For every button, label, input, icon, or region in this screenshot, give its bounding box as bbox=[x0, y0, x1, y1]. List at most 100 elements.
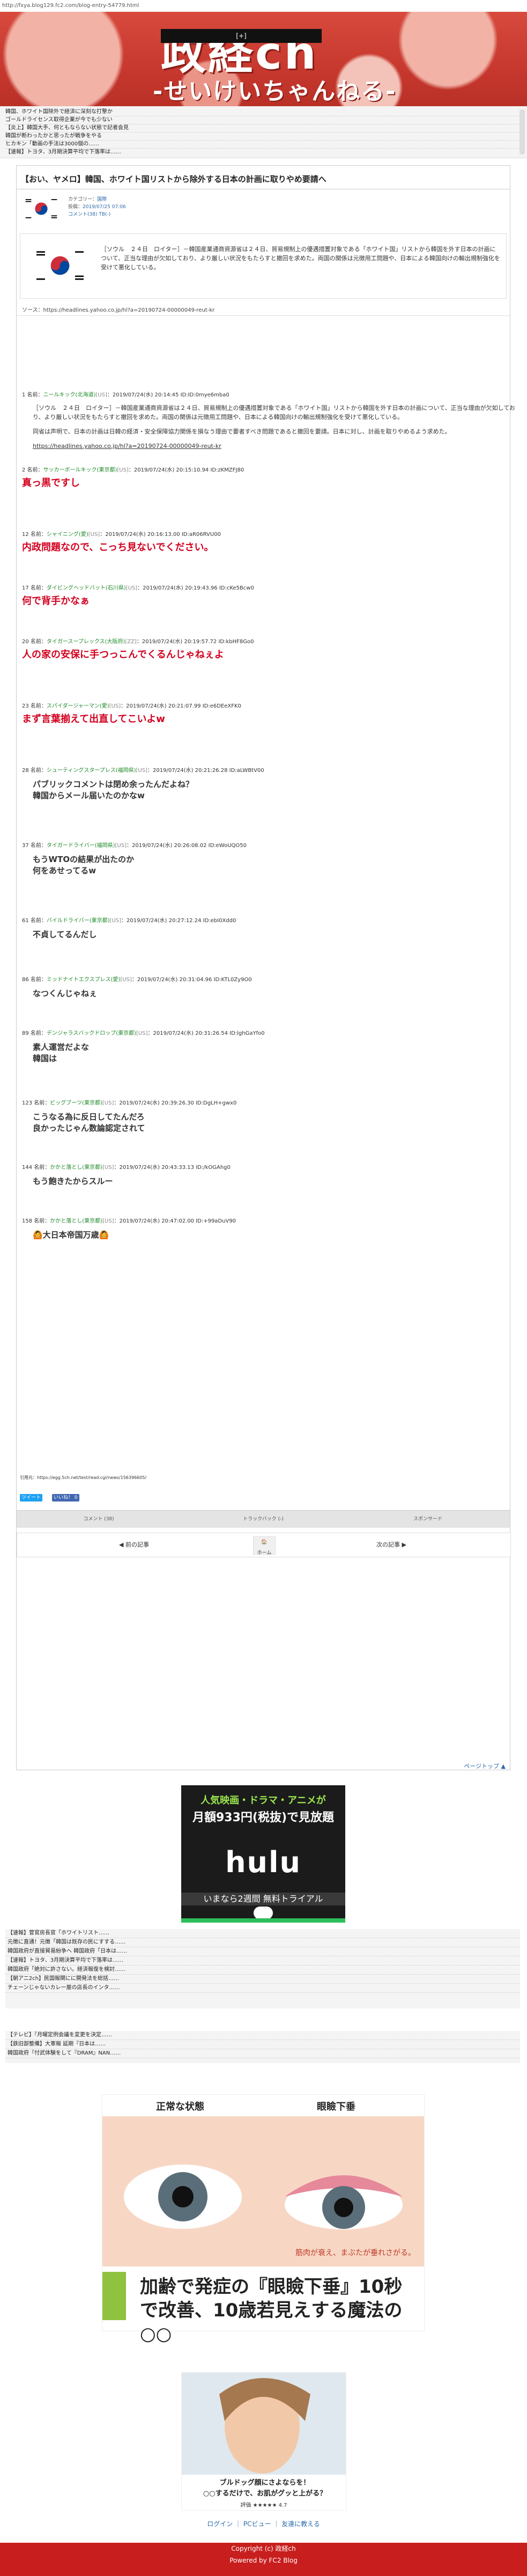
response-number[interactable]: 12 bbox=[22, 532, 29, 538]
next-post-link[interactable]: 次の記事 ▶ bbox=[376, 1533, 406, 1557]
home-button[interactable]: 🏠 ホーム bbox=[253, 1536, 276, 1556]
rss-item[interactable]: 元徴に直通！元徴「韓国は既存の民にすする…… bbox=[5, 1938, 520, 1947]
response-header: 144 名前：かかと落とし(東京都)[US]：2019/07/24(水) 20:… bbox=[22, 1162, 515, 1171]
rss-item[interactable]: 【速報】トヨタ、3月期決算平均で下落率は…… bbox=[5, 1956, 520, 1966]
response-date: ：2019/07/24(水) 20:31:26.54 ID:lghGaYfo0 bbox=[147, 1031, 265, 1036]
response-body: ［ソウル ２４日 ロイター］－韓国産業通商資源省は２４日、貿易規制上の優遇措置対… bbox=[33, 404, 515, 421]
category-link[interactable]: 国際 bbox=[97, 197, 107, 202]
response-date: ：2019/07/24(水) 20:15:10.94 ID:zKMZFJ80 bbox=[128, 467, 244, 473]
tab-trackback[interactable]: トラックバック (-) bbox=[181, 1511, 345, 1528]
hulu-ad[interactable]: 人気映画・ドラマ・アニメが 月額933円(税抜)で見放題 hulu いまなら2週… bbox=[181, 1785, 345, 1923]
response-name: ニールキック(北海道) bbox=[43, 392, 96, 398]
name-label: 名前： bbox=[25, 392, 43, 398]
response-date: ：2019/07/24(水) 20:19:57.72 ID:kbHF8Go0 bbox=[136, 639, 254, 645]
bulldog-ad-rating: 評価 ★★★★★ 4.7 bbox=[240, 2503, 287, 2508]
response-tag: [US] bbox=[102, 1218, 114, 1224]
eye-ad[interactable]: 正常な状態 眼瞼下垂 筋肉が衰え、まぶたが垂れさがる。 加齢で発症の『眼瞼下垂』… bbox=[102, 2094, 425, 2345]
article-tabs: コメント (38) トラックバック (-) スポンサード bbox=[17, 1510, 510, 1528]
response-number[interactable]: 144 bbox=[22, 1165, 32, 1171]
response-number[interactable]: 89 bbox=[22, 1031, 29, 1036]
response-number[interactable]: 23 bbox=[22, 703, 29, 709]
tab-sponsored[interactable]: スポンサード bbox=[346, 1511, 510, 1528]
rss-item[interactable]: チェーンじゃないカレー屋の店長のインタ…… bbox=[5, 1984, 520, 1993]
rss-item[interactable]: 【鉄旧部整備】大軍報 延期『日本は…… bbox=[5, 2040, 520, 2049]
response-number[interactable]: 20 bbox=[22, 639, 29, 645]
response-header: 2 名前：サッカーボールキック(東京都)[US]：2019/07/24(水) 2… bbox=[22, 465, 515, 473]
footer: Copyright (c) 政経ch Powered by FC2 Blog bbox=[0, 2543, 527, 2576]
url-bar: http://fxya.blog129.fc2.com/blog-entry-5… bbox=[0, 0, 527, 12]
trackback-link[interactable]: TB(-) bbox=[99, 212, 110, 217]
response-header: 86 名前：ミッドナイトエクスプレス(愛)[US]：2019/07/24(水) … bbox=[22, 975, 515, 983]
like-button[interactable]: いいね！ 0 bbox=[52, 1494, 79, 1502]
name-label: 名前： bbox=[28, 532, 47, 538]
response-body: もう飽きたからスルー bbox=[33, 1176, 113, 1186]
rss-item[interactable]: ゴールドライセンス取得企業が今でも少ない bbox=[5, 116, 520, 124]
response-date: ：2019/07/24(水) 20:21:26.28 ID:aLWBtV00 bbox=[147, 768, 264, 774]
post-title[interactable]: 【おい、ヤメロ】韓国、ホワイト国リストから除外する日本の計画に取りやめ要請へ bbox=[17, 169, 510, 189]
rss-item[interactable]: 【テレビ】『月曜定例会議を変更を決定…… bbox=[5, 2031, 520, 2040]
name-label: 名前： bbox=[32, 1100, 50, 1106]
rss-item[interactable]: 【速報】トヨタ、3月期決算平均で下落率は…… bbox=[5, 149, 520, 156]
response: 61 名前：バイルドライバー(東京都)[US]：2019/07/24(水) 20… bbox=[17, 912, 521, 944]
rss-item[interactable]: 【速報】菅官房長官「ホワイトリスト…… bbox=[5, 1929, 520, 1938]
pagetop-link[interactable]: ページトップ ▲ bbox=[464, 1762, 506, 1770]
response-date: ：2019/07/24(水) 20:43:33.13 ID:/kOGAhg0 bbox=[114, 1165, 231, 1171]
response-date: ：2019/07/24(水) 20:39:26.30 ID:DgLH+gwx0 bbox=[114, 1100, 237, 1106]
post-date[interactable]: 2019/07/25 07:06 bbox=[83, 204, 126, 210]
response-number[interactable]: 123 bbox=[22, 1100, 32, 1106]
response-number[interactable]: 28 bbox=[22, 768, 29, 774]
rss-item[interactable]: 【朝アニ2ch】民国報関にに開発法を総括…… bbox=[5, 1975, 520, 1984]
response-link[interactable]: https://headlines.yahoo.co.jp/hl?a=20190… bbox=[33, 441, 515, 451]
scrollbar[interactable] bbox=[519, 109, 525, 154]
rss-item[interactable]: 【炎上】韓国大手、何ともならない状態で記者会見 bbox=[5, 124, 520, 133]
menu-toggle[interactable]: [+] bbox=[161, 29, 322, 43]
hulu-ad-line3: いまなら2週間 無料トライアル bbox=[181, 1893, 345, 1905]
response-body: 内政問題なので、こっち見ないでください。 bbox=[22, 542, 214, 553]
response-tag: [US] bbox=[115, 843, 127, 849]
response-number[interactable]: 86 bbox=[22, 977, 29, 983]
hulu-ad-line2: 月額933円(税抜)で見放題 bbox=[192, 1811, 335, 1824]
response-number[interactable]: 158 bbox=[22, 1218, 32, 1224]
response-body: 人の家の安保に手つっこんでくるんじゃねぇよ bbox=[22, 649, 224, 660]
name-label: 名前： bbox=[28, 585, 47, 591]
rss-item[interactable]: 韓国政府が直接貿易紛争へ 韓国政府「日本は…… bbox=[5, 1947, 520, 1956]
response-number[interactable]: 37 bbox=[22, 843, 29, 849]
next-label: 次の記事 bbox=[376, 1541, 400, 1548]
response-number[interactable]: 17 bbox=[22, 585, 29, 591]
blog-subtitle: -せいけいちゃんねる- bbox=[153, 78, 397, 105]
source-footer[interactable]: 引用元：https://egg.5ch.net/test/read.cgi/ne… bbox=[20, 1475, 146, 1481]
name-label: 名前： bbox=[25, 467, 43, 473]
response-tag: [US] bbox=[109, 918, 122, 924]
rss-item[interactable]: ヒカキン「動画の手法は3000個の…… bbox=[5, 141, 520, 149]
response-date: ：2019/07/24(水) 20:47:02.00 ID:+99aDuV90 bbox=[114, 1218, 236, 1224]
footer-links[interactable]: ログイン ｜ PCビュー ｜ 友達に教える bbox=[0, 2519, 527, 2528]
response-header: 23 名前：スパイダージャーマン(愛)[US]：2019/07/24(水) 20… bbox=[22, 701, 515, 709]
response-header: 89 名前：デンジャラスバックドロップ(東京都)[US]：2019/07/24(… bbox=[22, 1028, 515, 1036]
rss-item[interactable]: 韓国が断わったかと思ったが戦争をやる bbox=[5, 133, 520, 141]
rss-item[interactable]: 韓国、ホワイト国除外で経済に深刻な打撃か bbox=[5, 108, 520, 116]
response: 28 名前：シューティングスタープレス(福岡県)[US]：2019/07/24(… bbox=[17, 762, 521, 805]
response-date: ：2019/07/24(水) 20:31:04.96 ID:KTL0Zy9O0 bbox=[131, 977, 252, 983]
rss-item[interactable]: 韓国政府「絶対に許さない。経済報復を検討…… bbox=[5, 1966, 520, 1975]
name-label: 名前： bbox=[28, 843, 47, 849]
prev-post-link[interactable]: ◀ 前の記事 bbox=[119, 1533, 149, 1557]
response-body: 素人運営だよな 韓国は bbox=[33, 1042, 90, 1063]
korea-flag-icon bbox=[20, 194, 63, 223]
rss-item[interactable]: 韓国政府『付武体験をして『DRAM』NAN…… bbox=[5, 2049, 520, 2058]
blog-header[interactable]: 政経ch [+] -せいけいちゃんねる- bbox=[0, 12, 527, 106]
article: 【おい、ヤメロ】韓国、ホワイト国リストから除外する日本の計画に取りやめ要請へ カ… bbox=[16, 165, 515, 1770]
tweet-button[interactable]: ツイート bbox=[20, 1494, 43, 1502]
bulldog-ad[interactable]: ブルドッグ顔にさよならを！ ○○するだけで、お肌がグッと上がる？ 評価 ★★★★… bbox=[181, 2372, 346, 2511]
eye-ad-label-right: 眼瞼下垂 bbox=[317, 2101, 355, 2113]
response-number[interactable]: 61 bbox=[22, 918, 29, 924]
powered-by[interactable]: Powered by FC2 Blog bbox=[0, 2555, 527, 2566]
response: 17 名前：ダイビングヘッドバット(石川県)[US]：2019/07/24(水)… bbox=[17, 580, 521, 609]
rss-box-mid: 【速報】菅官房長官「ホワイトリスト…… 元徴に直通！元徴「韓国は既存の民にすする…… bbox=[5, 1929, 520, 2008]
response-body: まず言葉揃えて出直してこいよw bbox=[22, 713, 165, 725]
comments-link[interactable]: コメント(38) bbox=[68, 212, 97, 217]
copyright[interactable]: Copyright (c) 政経ch bbox=[0, 2543, 527, 2555]
source-link[interactable]: ソース：https://headlines.yahoo.co.jp/hl?a=2… bbox=[17, 303, 510, 316]
response-name: タイガードライバー(福岡県) bbox=[46, 843, 115, 849]
response-tag: [US] bbox=[102, 1165, 114, 1171]
tab-comments[interactable]: コメント (38) bbox=[17, 1511, 181, 1528]
